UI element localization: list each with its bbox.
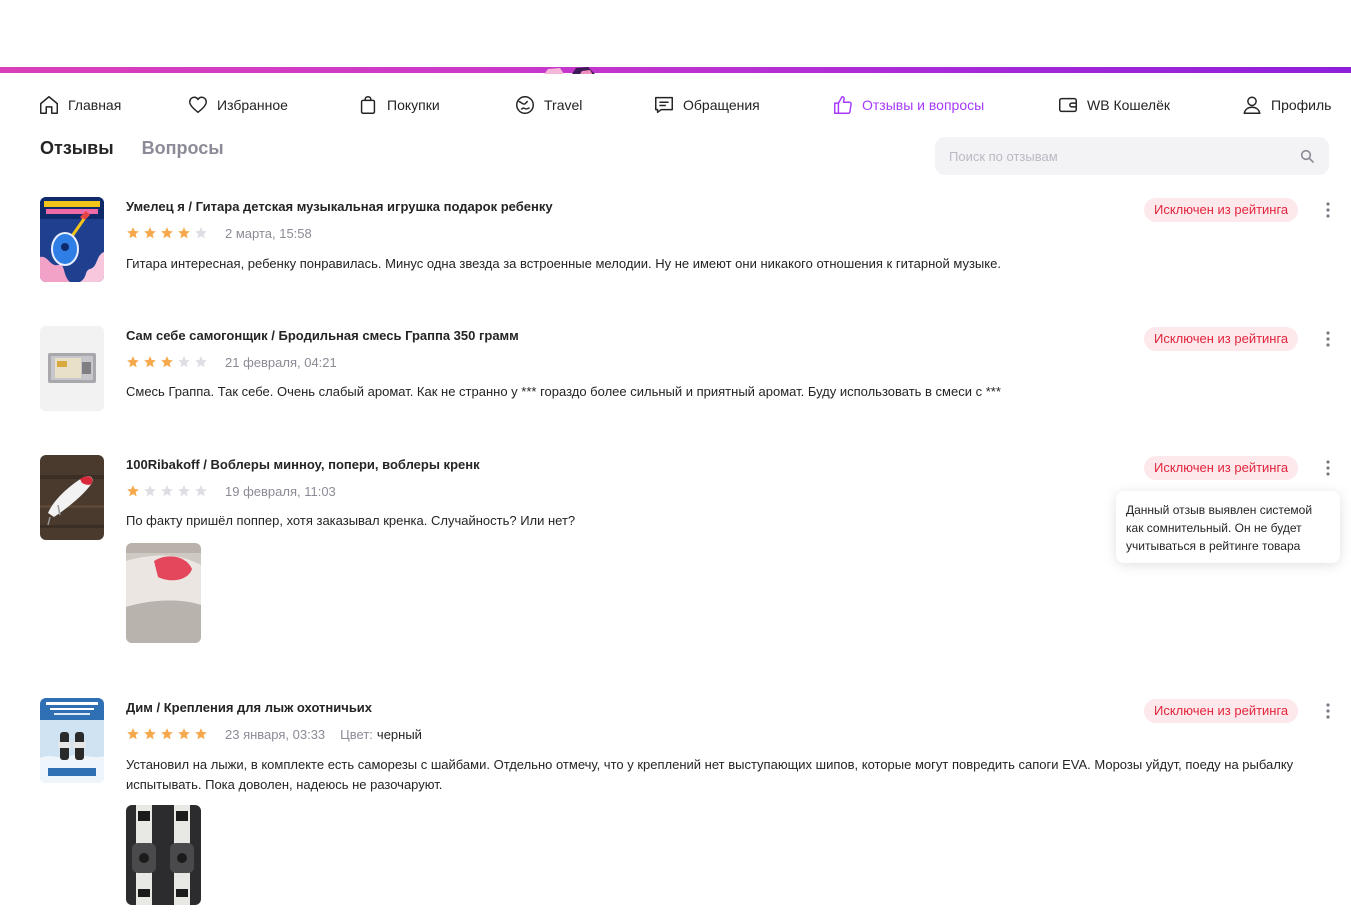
- star-empty-icon: [161, 485, 173, 497]
- nav-item-label: Профиль: [1271, 97, 1332, 113]
- nav-item-purchases[interactable]: Покупки: [357, 88, 440, 122]
- product-thumbnail-wobbler[interactable]: [40, 455, 104, 540]
- star-empty-icon: [178, 356, 190, 368]
- review-body: Умелец я / Гитара детская музыкальная иг…: [126, 198, 1321, 274]
- star-filled-icon: [144, 728, 156, 740]
- more-options-icon[interactable]: [1320, 458, 1336, 478]
- star-filled-icon: [144, 356, 156, 368]
- review-date: 2 марта, 15:58: [225, 225, 312, 241]
- more-options-icon[interactable]: [1320, 701, 1336, 721]
- nav-item-label: Покупки: [387, 97, 440, 113]
- rating-stars: [126, 484, 208, 498]
- star-filled-icon: [161, 227, 173, 239]
- star-empty-icon: [195, 356, 207, 368]
- nav-item-travel[interactable]: Travel: [514, 88, 582, 122]
- product-thumbnail-guitar[interactable]: [40, 197, 104, 282]
- main-nav: Главная Избранное Покупки Travel Обращен…: [0, 88, 1351, 122]
- review-color-label: Цвет:: [340, 726, 373, 742]
- review-photo[interactable]: [126, 805, 201, 905]
- nav-item-label: Обращения: [683, 97, 760, 113]
- tab-reviews[interactable]: Отзывы: [40, 138, 114, 164]
- review-product-title[interactable]: 100Ribakoff / Воблеры минноу, попери, во…: [126, 456, 1321, 474]
- star-filled-icon: [127, 728, 139, 740]
- review-text: Смесь Граппа. Так себе. Очень слабый аро…: [126, 384, 1001, 399]
- nav-item-label: Главная: [68, 97, 122, 113]
- product-thumbnail-ski-bindings[interactable]: [40, 698, 104, 783]
- star-filled-icon: [178, 227, 190, 239]
- nav-item-favorites[interactable]: Избранное: [187, 88, 288, 122]
- review-product-title[interactable]: Дим / Крепления для лыж охотничьих: [126, 699, 1321, 717]
- review-date: 19 февраля, 11:03: [225, 483, 336, 499]
- nav-item-wallet[interactable]: WB Кошелёк: [1057, 88, 1170, 122]
- review-product-title[interactable]: Сам себе самогонщик / Бродильная смесь Г…: [126, 327, 1321, 345]
- star-filled-icon: [161, 356, 173, 368]
- nav-item-label: Избранное: [217, 97, 288, 113]
- more-options-icon[interactable]: [1320, 329, 1336, 349]
- rating-stars: [126, 226, 208, 240]
- star-filled-icon: [144, 227, 156, 239]
- nav-item-profile[interactable]: Профиль: [1241, 88, 1331, 122]
- star-empty-icon: [195, 485, 207, 497]
- nav-item-reviews[interactable]: Отзывы и вопросы: [832, 88, 984, 122]
- bag-icon: [360, 96, 376, 114]
- top-bar: [0, 0, 1351, 68]
- nav-item-appeals[interactable]: Обращения: [653, 88, 760, 122]
- user-icon: [1243, 96, 1261, 114]
- star-filled-icon: [127, 356, 139, 368]
- review-color-value: черный: [376, 726, 422, 742]
- review-meta: 21 февраля, 04:21: [126, 354, 1321, 370]
- header-gradient-line: [0, 67, 1351, 73]
- nav-item-label: Travel: [544, 97, 583, 113]
- review-body: Дим / Крепления для лыж охотничьих 23 ян…: [126, 699, 1321, 905]
- reviews-tabs: Отзывы Вопросы: [40, 138, 224, 164]
- rating-stars: [126, 355, 208, 369]
- excluded-from-rating-badge[interactable]: Исключен из рейтинга: [1144, 198, 1299, 222]
- chat-icon: [655, 96, 673, 114]
- star-filled-icon: [161, 728, 173, 740]
- search-input[interactable]: [949, 148, 1299, 164]
- star-filled-icon: [127, 227, 139, 239]
- star-empty-icon: [195, 227, 207, 239]
- star-filled-icon: [178, 728, 190, 740]
- wallet-icon: [1059, 97, 1077, 113]
- excluded-reason-tooltip: Данный отзыв выявлен системой как сомнит…: [1116, 491, 1340, 563]
- star-empty-icon: [178, 485, 190, 497]
- heart-icon: [189, 96, 207, 114]
- nav-item-home[interactable]: Главная: [38, 88, 121, 122]
- more-options-icon[interactable]: [1320, 200, 1336, 220]
- home-icon: [40, 96, 58, 114]
- review-product-title[interactable]: Умелец я / Гитара детская музыкальная иг…: [126, 198, 1321, 216]
- review-meta: 23 января, 03:33 Цвет: черный: [126, 726, 1321, 742]
- nav-item-label: WB Кошелёк: [1087, 97, 1171, 113]
- review-date: 21 февраля, 04:21: [225, 354, 337, 370]
- review-text: Установил на лыжи, в комплекте есть само…: [126, 757, 1294, 792]
- review-text: Гитара интересная, ребенку понравилась. …: [126, 256, 1001, 271]
- excluded-from-rating-badge[interactable]: Исключен из рейтинга: [1144, 456, 1299, 480]
- star-empty-icon: [144, 485, 156, 497]
- review-date: 23 января, 03:33: [225, 726, 326, 742]
- globe-icon: [516, 96, 534, 114]
- star-filled-icon: [195, 728, 207, 740]
- review-body: Сам себе самогонщик / Бродильная смесь Г…: [126, 327, 1321, 402]
- header-mascot-fragment: [540, 64, 610, 74]
- thumbs-up-icon: [834, 96, 852, 114]
- excluded-from-rating-badge[interactable]: Исключен из рейтинга: [1144, 699, 1299, 723]
- search-box: [935, 137, 1329, 175]
- excluded-from-rating-badge[interactable]: Исключен из рейтинга: [1144, 327, 1299, 351]
- nav-item-label: Отзывы и вопросы: [862, 97, 985, 113]
- review-meta: 2 марта, 15:58: [126, 225, 1321, 241]
- tab-questions[interactable]: Вопросы: [142, 138, 224, 164]
- rating-stars: [126, 727, 208, 741]
- star-filled-icon: [127, 485, 139, 497]
- product-thumbnail-grappa[interactable]: [40, 326, 104, 411]
- search-icon[interactable]: [1299, 148, 1315, 164]
- review-photo[interactable]: [126, 543, 201, 643]
